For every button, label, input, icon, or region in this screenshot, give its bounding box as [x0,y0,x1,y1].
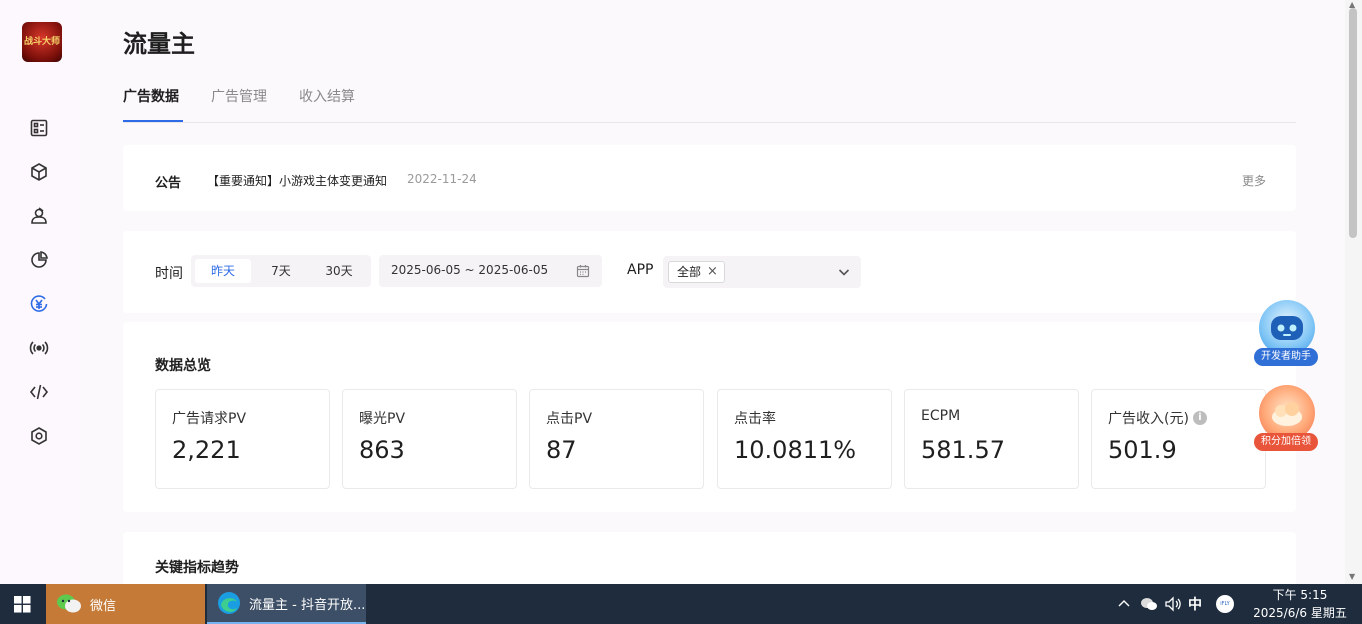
date-range-picker[interactable]: 2025-06-05 ~ 2025-06-05 [379,255,602,287]
pie-chart-icon[interactable] [28,249,50,271]
notice-more-link[interactable]: 更多 [1242,172,1266,189]
clock-date: 2025/6/6 星期五 [1253,606,1347,620]
edge-browser-icon [218,592,240,614]
metric-value: 2,221 [172,436,241,464]
overview-card: 数据总览 广告请求PV 2,221 曝光PV 863 点击PV 87 点击率 1… [123,322,1296,512]
metric-value: 501.9 [1108,436,1177,464]
range-7-days[interactable]: 7天 [253,259,309,283]
main-content: 流量主 广告数据 广告管理 收入结算 公告 【重要通知】小游戏主体变更通知 20… [80,0,1345,584]
metric-card-ad-revenue: 广告收入(元) i 501.9 [1091,389,1266,489]
tab-ad-management[interactable]: 广告管理 [211,86,267,122]
code-icon[interactable] [28,381,50,403]
tray-wechat-icon[interactable] [1140,584,1158,624]
cube-icon[interactable] [28,161,50,183]
notice-date: 2022-11-24 [407,172,477,186]
trend-card: 关键指标趋势 [123,532,1296,584]
ifly-badge: iFLY [1216,595,1234,613]
points-label: 积分加倍领 [1254,433,1318,451]
ime-indicator[interactable]: 中 [1188,584,1202,624]
dashboard-icon[interactable] [28,117,50,139]
metric-card-ecpm: ECPM 581.57 [904,389,1079,489]
wechat-icon [57,594,81,613]
metric-label: 广告请求PV [172,408,246,428]
range-yesterday[interactable]: 昨天 [195,259,251,283]
user-group-icon[interactable] [28,205,50,227]
range-30-days[interactable]: 30天 [311,259,367,283]
metric-label-text: 点击率 [734,411,776,427]
notice-link[interactable]: 【重要通知】小游戏主体变更通知 [207,172,387,189]
app-label: APP [627,262,654,278]
notice-card: 公告 【重要通知】小游戏主体变更通知 2022-11-24 更多 [123,145,1296,211]
time-label: 时间 [155,266,183,282]
windows-start-button[interactable] [0,584,44,624]
app-tag: 全部 × [668,261,725,283]
overview-title: 数据总览 [155,358,211,374]
metric-value: 87 [546,436,577,464]
clock[interactable]: 下午 5:15 2025/6/6 星期五 [1250,586,1350,622]
metric-label-text: 点击PV [546,411,593,427]
app-tag-label: 全部 [677,265,702,279]
info-icon[interactable]: i [1192,411,1207,425]
metric-card-clicks: 点击PV 87 [529,389,704,489]
app-logo[interactable]: 战斗大师 [22,22,62,62]
metric-label-text: 曝光PV [359,411,406,427]
tray-chevron-up-icon[interactable] [1117,584,1131,624]
taskbar: 微信 流量主 - 抖音开放... 中 iFLY 下午 5:15 2025/6/6… [0,584,1362,624]
close-icon[interactable]: × [707,262,718,282]
trend-title: 关键指标趋势 [155,560,239,576]
developer-assistant-button[interactable]: 开发者助手 [1254,300,1320,368]
metric-label: 点击PV [546,408,592,428]
metric-value: 581.57 [921,436,1005,464]
ifly-ime-icon[interactable]: iFLY [1216,584,1234,624]
taskbar-edge-label: 流量主 - 抖音开放... [249,597,366,613]
yuan-icon[interactable] [28,293,50,315]
metric-label: 广告收入(元) i [1108,408,1207,428]
page-title: 流量主 [123,30,195,58]
taskbar-wechat[interactable]: 微信 [46,584,205,624]
windows-logo-icon [13,595,31,613]
tab-ad-data[interactable]: 广告数据 [123,86,183,122]
page-scrollbar[interactable]: ▲ ▼ [1345,0,1362,584]
metric-card-ctr: 点击率 10.0811% [717,389,892,489]
filter-card: 时间 昨天 7天 30天 2025-06-05 ~ 2025-06-05 APP… [123,231,1296,313]
app-logo-text: 战斗大师 [23,37,60,47]
date-range-value: 2025-06-05 ~ 2025-06-05 [391,263,549,277]
metric-label: 曝光PV [359,408,405,428]
settings-hexagon-icon[interactable] [28,425,50,447]
time-range-segment: 昨天 7天 30天 [191,255,371,287]
metric-value: 10.0811% [734,436,857,464]
sidebar: 战斗大师 [0,0,80,584]
metric-card-ad-requests: 广告请求PV 2,221 [155,389,330,489]
broadcast-icon[interactable] [28,337,50,359]
metric-label-text: ECPM [921,408,961,424]
taskbar-edge-window[interactable]: 流量主 - 抖音开放... [207,584,366,624]
assistant-label: 开发者助手 [1254,348,1318,366]
metric-label-text: 广告收入(元) [1108,411,1189,427]
tab-revenue-settlement[interactable]: 收入结算 [299,86,355,122]
volume-icon[interactable] [1164,584,1182,624]
scroll-down-arrow-icon[interactable]: ▼ [1349,572,1355,581]
chevron-down-icon [838,269,850,276]
metric-value: 863 [359,436,405,464]
calendar-icon [576,265,590,278]
metric-label-text: 广告请求PV [172,411,247,427]
notice-label: 公告 [155,176,182,191]
app-select[interactable]: 全部 × [663,256,861,288]
metric-card-impressions: 曝光PV 863 [342,389,517,489]
metric-label: ECPM [921,408,960,424]
metric-label: 点击率 [734,408,776,428]
scroll-thumb[interactable] [1349,8,1357,238]
points-reward-button[interactable]: 积分加倍领 [1254,385,1320,453]
tab-bar: 广告数据 广告管理 收入结算 [123,86,1296,123]
clock-time: 下午 5:15 [1272,588,1328,602]
taskbar-wechat-label: 微信 [90,598,117,614]
